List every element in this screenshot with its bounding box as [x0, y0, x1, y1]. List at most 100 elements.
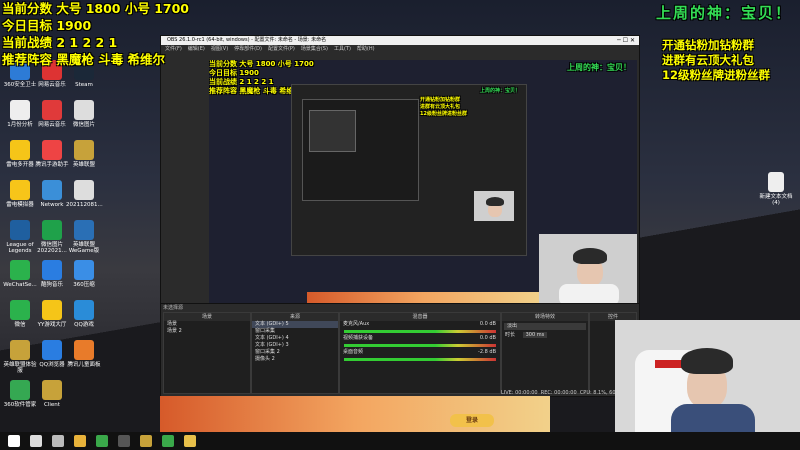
volume-meter[interactable]: [344, 330, 496, 333]
start-icon[interactable]: [8, 435, 20, 447]
desktop-icon[interactable]: 360压缩: [66, 260, 102, 288]
desktop-icon[interactable]: 微信图片: [66, 100, 102, 128]
obs-menu-item[interactable]: 场景集合(S): [301, 46, 328, 52]
scenes-dock-title: 场景: [164, 313, 250, 321]
app-icon: [42, 140, 62, 160]
app-icon: [74, 340, 94, 360]
desktop-icon[interactable]: 英雄联盟体验服: [2, 340, 38, 374]
desktop-icon-label: Steam: [75, 82, 93, 88]
desktop-icon[interactable]: 微信图片 2022021...: [34, 220, 70, 254]
source-item[interactable]: 窗口采集 2: [252, 349, 338, 356]
transition-type-select[interactable]: 淡出: [504, 323, 586, 330]
desktop-icon-label: 微信图片: [72, 122, 95, 128]
obs-title-bar: OBS 26.1.0-rc1 (64-bit, windows) - 配置文件:…: [161, 36, 639, 45]
source-item[interactable]: 窗口采集: [252, 328, 338, 335]
obs-menu-item[interactable]: 帮助(H): [357, 46, 375, 52]
desktop-icon[interactable]: League of Legends: [2, 220, 38, 254]
source-item[interactable]: 文本 (GDI+) 3: [252, 342, 338, 349]
obs-menu-item[interactable]: 停靠部件(D): [234, 46, 262, 52]
obs-menu-item[interactable]: 工具(T): [334, 46, 351, 52]
app-icon: [42, 380, 62, 400]
source-item[interactable]: 文本 (GDI+) 5: [252, 321, 338, 328]
source-item[interactable]: 摄像头 2: [252, 356, 338, 363]
app-icon: [74, 220, 94, 240]
desktop-icon[interactable]: QQ浏览器: [34, 340, 70, 368]
desktop-icon[interactable]: 英雄联盟: [66, 140, 102, 168]
desktop-icon-label: 英雄联盟 WeGame版: [68, 242, 100, 254]
obs-icon[interactable]: [118, 435, 130, 447]
scene-item[interactable]: 场景: [164, 321, 250, 328]
mixer-channel: 麦克风/Aux 0.0 dB: [340, 321, 500, 328]
folder-icon[interactable]: [184, 435, 196, 447]
sources-dock-title: 来源: [252, 313, 338, 321]
obs-menu-item[interactable]: 配置文件(P): [268, 46, 295, 52]
volume-meter[interactable]: [344, 358, 496, 361]
nested-preview-3: [309, 110, 356, 152]
desktop-icon[interactable]: 腾讯儿童面板: [66, 340, 102, 368]
taskbar: [0, 432, 800, 450]
nested-right-line: 开通钻粉加钻粉群: [420, 97, 461, 103]
desktop-icon-label: 360压缩: [73, 282, 95, 288]
app-icon: [74, 260, 94, 280]
source-item[interactable]: 文本 (GDI+) 4: [252, 335, 338, 342]
mixer-channel: 桌面音频 -2.8 dB: [340, 349, 500, 356]
mixer-level: -2.8 dB: [478, 349, 496, 355]
desktop-icon-text-doc[interactable]: 新建文本文档 (4): [758, 172, 794, 206]
desktop-icon[interactable]: 英雄联盟 WeGame版: [66, 220, 102, 254]
text-file-icon: [768, 172, 784, 192]
chrome-icon[interactable]: [96, 435, 108, 447]
chrome-icon-2[interactable]: [162, 435, 174, 447]
task-view-icon[interactable]: [52, 435, 64, 447]
search-icon[interactable]: [30, 435, 42, 447]
explorer-icon[interactable]: [74, 435, 86, 447]
mixer-channel-name: 视频捕获设备: [343, 335, 374, 341]
desktop-icon[interactable]: Client: [34, 380, 70, 408]
login-button[interactable]: 登录: [450, 414, 494, 427]
desktop-icon[interactable]: 网易云音乐: [34, 100, 70, 128]
duration-label: 时长: [505, 332, 516, 338]
obs-preview[interactable]: 当前分数 大号 1800 小号 1700 今日目标 1900 当前战绩 2 1 …: [209, 60, 637, 304]
desktop-icon[interactable]: QQ游戏: [66, 300, 102, 328]
app-icon: [42, 100, 62, 120]
obs-window[interactable]: OBS 26.1.0-rc1 (64-bit, windows) - 配置文件:…: [160, 35, 640, 397]
desktop-icon[interactable]: 微信: [2, 300, 38, 328]
obs-menubar: 文件(F) 编辑(E) 视图(V) 停靠部件(D) 配置文件(P) 场景集合(S) 工具(T…: [161, 45, 639, 53]
app-icon: [74, 300, 94, 320]
weekly-top-fan-title: 上周的神：宝贝！: [655, 4, 792, 22]
nested-preview-2: [302, 99, 419, 201]
window-controls-icon[interactable]: ─ ☐ ✕: [617, 36, 635, 45]
desktop-icon-label: 腾讯儿童面板: [67, 362, 101, 368]
desktop-icon[interactable]: 腾讯手游助手: [34, 140, 70, 168]
desktop-icon[interactable]: 360软件管家: [2, 380, 38, 408]
preview-target-line: 今日目标 1900: [209, 69, 259, 77]
desktop-icon[interactable]: 1月份分析: [2, 100, 38, 128]
desktop-icon-label: League of Legends: [6, 242, 34, 254]
desktop-icon-label: Client: [44, 402, 60, 408]
app-icon: [10, 260, 30, 280]
nested-right-line: 进群有云顶大礼包: [420, 104, 461, 110]
app-icon: [42, 220, 62, 240]
desktop-icon[interactable]: WeChatSe...: [2, 260, 38, 288]
desktop-icon[interactable]: 酷狗音乐: [34, 260, 70, 288]
desktop-icon-label: 雷电多开器: [6, 162, 34, 168]
desktop-icon[interactable]: Network: [34, 180, 70, 208]
obs-title: OBS 26.1.0-rc1 (64-bit, windows) - 配置文件:…: [167, 37, 327, 43]
app-icon: [42, 340, 62, 360]
fan-line: 12级粉丝牌进粉丝群: [662, 68, 771, 82]
desktop-icon[interactable]: 202112081...: [66, 180, 103, 208]
volume-meter[interactable]: [344, 344, 496, 347]
transition-duration[interactable]: 时长 300 ms: [502, 332, 588, 339]
nested-overlay-right: 开通钻粉加钻粉群 进群有云顶大礼包 12级粉丝牌进粉丝群: [420, 97, 467, 118]
desktop-icon[interactable]: YY游戏大厅: [34, 300, 70, 328]
scene-item[interactable]: 场景 2: [164, 328, 250, 335]
league-icon[interactable]: [140, 435, 152, 447]
target-line: 今日目标 1900: [2, 18, 92, 33]
obs-menu-item[interactable]: 视图(V): [211, 46, 228, 52]
desktop-icon-label: 网易云音乐: [38, 122, 66, 128]
desktop-icon[interactable]: 雷电模拟器: [2, 180, 38, 208]
obs-menu-item[interactable]: 编辑(E): [188, 46, 205, 52]
desktop-icon[interactable]: 雷电多开器: [2, 140, 38, 168]
desktop-icon-label: 202112081...: [66, 202, 103, 208]
duration-value[interactable]: 300 ms: [522, 332, 548, 338]
nested-overlay-title: 上周的神：宝贝！: [479, 88, 520, 94]
